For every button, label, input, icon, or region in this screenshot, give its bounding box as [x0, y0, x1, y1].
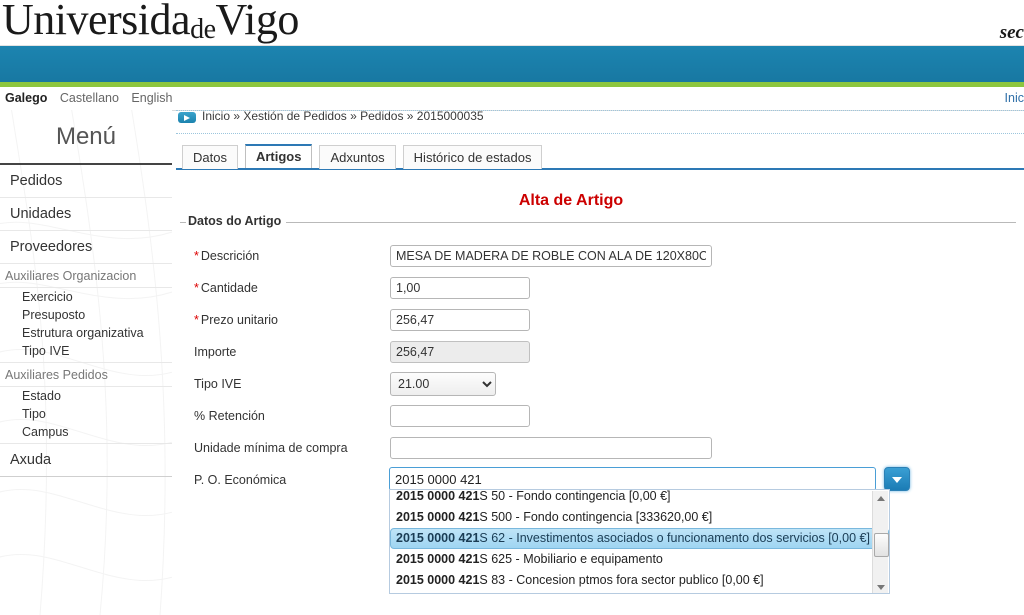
logo-band: UniversidadeVigo sec: [0, 0, 1024, 46]
retencion-input[interactable]: [390, 405, 530, 427]
suggestion-rest: S 62 - Investimentos asociados o funcion…: [479, 531, 870, 545]
field-row-po-economica: P. O. Económica 2015 0000 421S 50 - Fond…: [188, 467, 1008, 594]
lang-galego[interactable]: Galego: [5, 91, 47, 105]
language-links: Galego Castellano English: [5, 91, 181, 105]
sidebar-item-axuda[interactable]: Axuda: [0, 444, 172, 477]
breadcrumb: Inicio » Xestión de Pedidos » Pedidos » …: [176, 109, 1024, 134]
menu-title: Menú: [55, 123, 117, 150]
suggestion-rest: S 500 - Fondo contingencia [333620,00 €]: [479, 510, 713, 524]
logo-tail: Vigo: [215, 0, 300, 44]
required-asterisk: *: [194, 313, 199, 327]
sidebar: Menú Pedidos Unidades Proveedores Auxili…: [0, 110, 172, 615]
scrollbar-thumb[interactable]: [874, 533, 889, 557]
po-economica-input[interactable]: [389, 467, 876, 491]
logo-main: Universida: [2, 0, 191, 44]
label-retencion: % Retención: [194, 409, 265, 423]
sidebar-item-estado[interactable]: Estado: [0, 387, 172, 405]
scroll-up-arrow-icon[interactable]: [873, 491, 888, 505]
suggestion-rest: S 83 - Concesion ptmos fora sector publi…: [479, 573, 764, 587]
field-row-prezo-unitario: * Prezo unitario: [188, 307, 1008, 338]
article-data-fieldset: Datos do Artigo *Descrición *Cantidade *…: [180, 214, 1016, 594]
label-po-economica: P. O. Económica: [194, 473, 287, 487]
label-unidade-minima: Unidade mínima de compra: [194, 441, 348, 455]
menu-list: Pedidos Unidades Proveedores Auxiliares …: [0, 165, 172, 477]
required-asterisk: *: [194, 281, 199, 295]
field-row-cantidade: * Cantidade: [188, 275, 1008, 306]
suggestion-match: 2015 0000 421: [396, 552, 480, 566]
list-item-selected[interactable]: 2015 0000 421S 62 - Investimentos asocia…: [390, 528, 889, 549]
header-right-label: sec: [999, 22, 1024, 43]
sidebar-item-proveedores[interactable]: Proveedores: [0, 231, 172, 264]
autocomplete-suggestion-list[interactable]: 2015 0000 421S 50 - Fondo contingencia […: [389, 489, 890, 594]
sidebar-item-campus[interactable]: Campus: [0, 423, 172, 444]
descricion-input[interactable]: [390, 245, 712, 267]
suggestion-match: 2015 0000 421: [396, 489, 480, 503]
unidade-minima-input[interactable]: [390, 437, 712, 459]
label-cantidade-text: Cantidade: [200, 281, 258, 295]
po-economica-dropdown-button[interactable]: [884, 467, 910, 491]
label-descricion-text: Descrición: [200, 249, 260, 263]
suggestion-rest: S 50 - Fondo contingencia [0,00 €]: [479, 489, 671, 503]
field-row-importe: Importe: [188, 339, 1008, 370]
list-item[interactable]: 2015 0000 421S 500 - Fondo contingencia …: [390, 507, 889, 528]
list-item[interactable]: 2015 0000 421S 625 - Mobiliario e equipa…: [390, 549, 889, 570]
tab-datos[interactable]: Datos: [182, 145, 238, 169]
label-cantidade: * Cantidade: [194, 281, 258, 295]
sidebar-item-pedidos[interactable]: Pedidos: [0, 165, 172, 198]
logo-sub: de: [190, 14, 216, 45]
list-item[interactable]: 2015 0000 421S 83 - Concesion ptmos fora…: [390, 570, 889, 591]
list-item[interactable]: 2015 0000 421S 50 - Fondo contingencia […: [390, 489, 889, 507]
sidebar-group-auxiliares-pedidos: Auxiliares Pedidos: [0, 363, 172, 387]
label-importe: Importe: [194, 345, 237, 359]
breadcrumb-arrow-icon: [178, 112, 196, 123]
suggestion-match: 2015 0000 421: [396, 531, 480, 545]
sidebar-item-estrutura-organizativa[interactable]: Estrutura organizativa: [0, 324, 172, 342]
sidebar-item-tipo[interactable]: Tipo: [0, 405, 172, 423]
suggestion-match: 2015 0000 421: [396, 573, 480, 587]
prezo-unitario-input[interactable]: [390, 309, 530, 331]
autocomplete-scrollbar[interactable]: [872, 491, 889, 593]
sidebar-item-tipo-ive[interactable]: Tipo IVE: [0, 342, 172, 363]
header-inicio-link[interactable]: Inic: [1005, 91, 1024, 105]
po-economica-autocomplete: 2015 0000 421S 50 - Fondo contingencia […: [389, 467, 910, 594]
label-prezo-unitario-text: Prezo unitario: [200, 313, 278, 327]
sidebar-item-exercicio[interactable]: Exercicio: [0, 288, 172, 306]
label-prezo-unitario: * Prezo unitario: [194, 313, 278, 327]
sidebar-item-unidades[interactable]: Unidades: [0, 198, 172, 231]
sidebar-item-presuposto[interactable]: Presuposto: [0, 306, 172, 324]
tab-bar: Datos Artigos Adxuntos Histórico de estados: [176, 144, 1024, 170]
page-root: UniversidadeVigo sec Galego Castellano E…: [0, 0, 1024, 615]
fieldset-legend: Datos do Artigo: [186, 214, 287, 228]
suggestion-match: 2015 0000 421: [396, 510, 480, 524]
required-asterisk: *: [194, 249, 199, 263]
breadcrumb-text: Inicio » Xestión de Pedidos » Pedidos » …: [202, 109, 484, 123]
page-title: Alta de Artigo: [518, 192, 624, 209]
field-row-tipo-ive: Tipo IVE 21.00: [188, 371, 1008, 402]
scroll-down-arrow-icon[interactable]: [873, 580, 888, 593]
lang-english[interactable]: English: [131, 91, 172, 105]
lang-castellano[interactable]: Castellano: [60, 91, 119, 105]
field-row-retencion: % Retención: [188, 403, 1008, 434]
tab-artigos[interactable]: Artigos: [244, 144, 313, 168]
teal-header-band: [0, 46, 1024, 82]
field-row-descricion: * Descrición: [188, 243, 1008, 274]
importe-input: [390, 341, 530, 363]
tab-historico-de-estados[interactable]: Histórico de estados: [402, 145, 543, 169]
content-area: Inicio » Xestión de Pedidos » Pedidos » …: [176, 109, 1024, 615]
label-descricion: * Descrición: [194, 249, 259, 263]
field-row-unidade-minima: Unidade mínima de compra: [188, 435, 1008, 466]
cantidade-input[interactable]: [390, 277, 530, 299]
label-tipo-ive: Tipo IVE: [194, 377, 242, 391]
suggestion-rest: S 625 - Mobiliario e equipamento: [479, 552, 663, 566]
sidebar-group-auxiliares-organizacion: Auxiliares Organizacion: [0, 264, 172, 288]
tipo-ive-select[interactable]: 21.00: [390, 372, 496, 396]
tab-adxuntos[interactable]: Adxuntos: [319, 145, 396, 169]
language-bar: Galego Castellano English Inic: [0, 87, 1024, 111]
university-logo: UniversidadeVigo: [2, 0, 299, 46]
